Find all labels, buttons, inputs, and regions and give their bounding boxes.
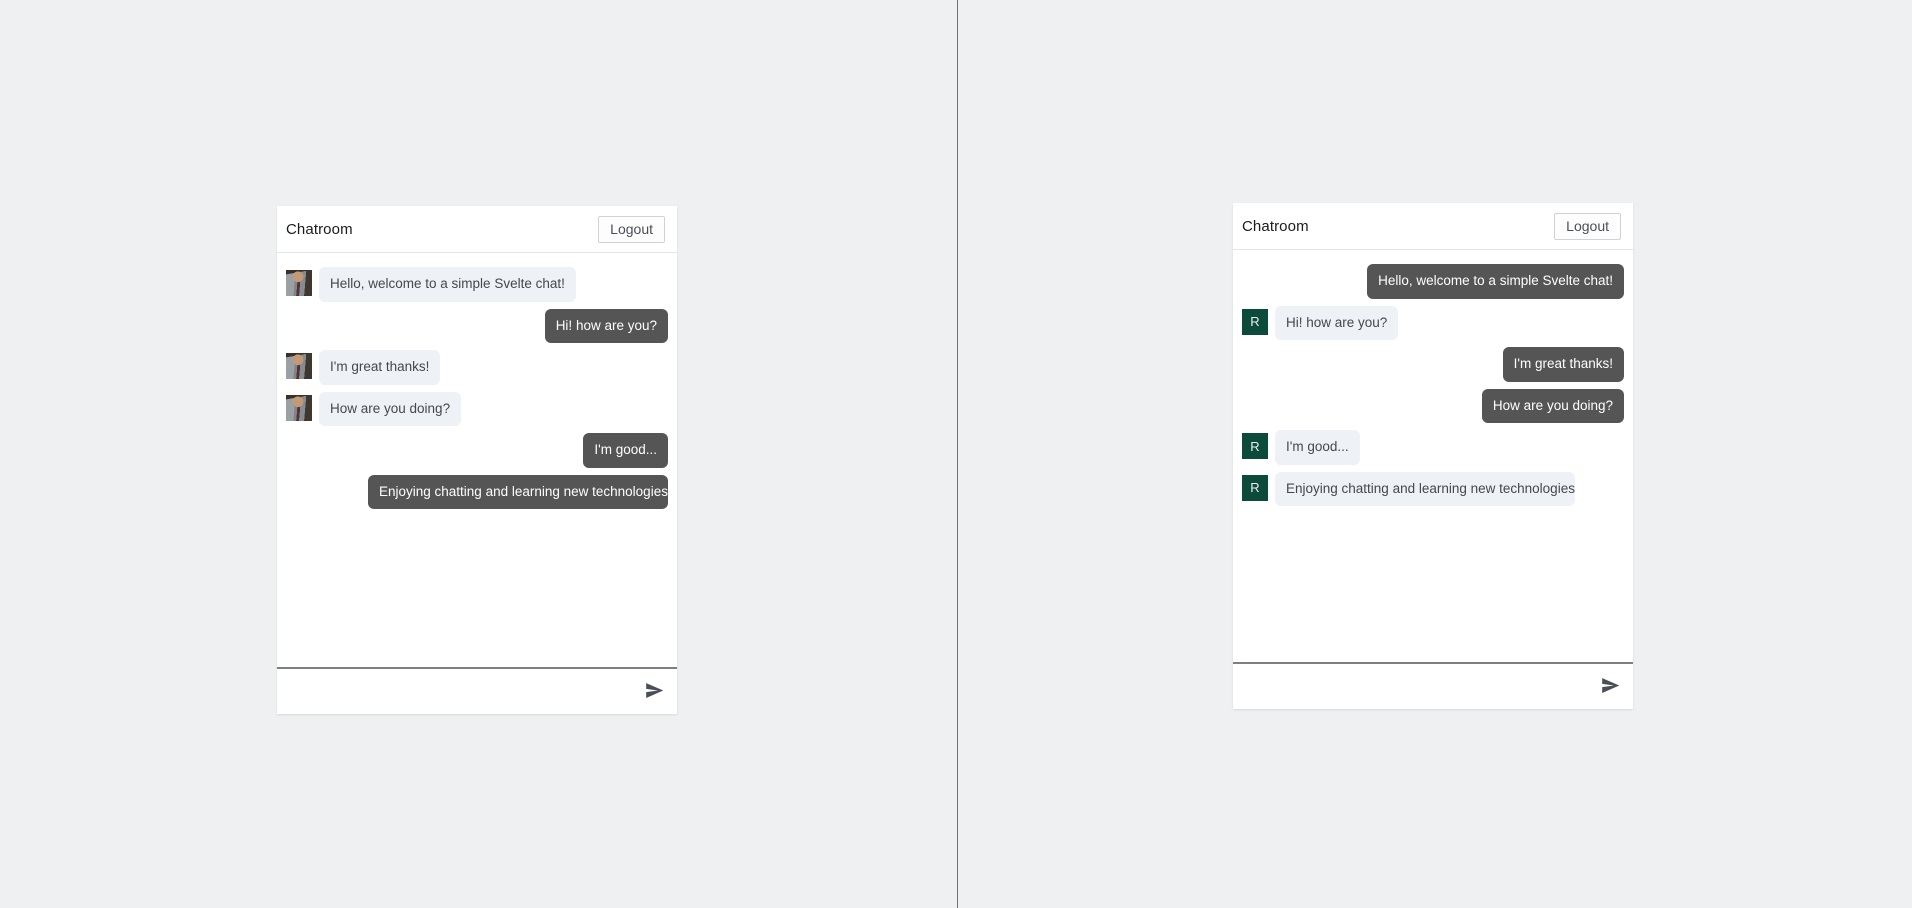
message-row: R Hi! how are you?: [1242, 305, 1624, 341]
message-bubble: I'm good...: [583, 433, 668, 468]
chat-card-left: Chatroom Logout Hello, welcome to a simp…: [277, 206, 677, 714]
avatar: R: [1242, 308, 1268, 335]
message-row: I'm good...: [286, 433, 668, 468]
message-bubble: Hi! how are you?: [544, 308, 668, 344]
message-row: R Enjoying chatting and learning new tech…: [1242, 471, 1624, 507]
message-bubble: Hello, welcome to a simple Svelte chat!: [319, 267, 576, 302]
message-list[interactable]: Hello, welcome to a simple Svelte chat! H…: [277, 253, 677, 667]
screenshot-stage: Chatroom Logout Hello, welcome to a simp…: [0, 0, 1912, 908]
message-composer: [1233, 662, 1633, 709]
avatar: R: [1242, 433, 1268, 460]
avatar: [286, 394, 312, 421]
message-row: Enjoying chatting and learning new techn…: [286, 474, 668, 510]
message-bubble: Enjoying chatting and learning new techn…: [368, 474, 668, 510]
message-bubble: Enjoying chatting and learning new techn…: [1275, 471, 1575, 507]
avatar: [286, 353, 312, 380]
page-title: Chatroom: [286, 220, 353, 238]
message-bubble: I'm great thanks!: [1502, 347, 1624, 382]
message-bubble: Hello, welcome to a simple Svelte chat!: [1367, 264, 1624, 299]
message-input[interactable]: [1243, 679, 1594, 694]
message-input[interactable]: [287, 684, 638, 699]
chat-header: Chatroom Logout: [277, 206, 677, 253]
message-bubble: I'm great thanks!: [319, 350, 441, 385]
avatar: R: [1242, 474, 1268, 501]
message-row: I'm great thanks!: [286, 350, 668, 385]
page-title: Chatroom: [1242, 217, 1309, 235]
viewport-divider: [957, 0, 958, 908]
message-row: I'm great thanks!: [1242, 347, 1624, 382]
message-bubble: How are you doing?: [1481, 388, 1624, 424]
logout-button[interactable]: Logout: [598, 215, 665, 243]
message-row: How are you doing?: [286, 391, 668, 427]
message-row: R I'm good...: [1242, 430, 1624, 465]
logout-button[interactable]: Logout: [1554, 212, 1621, 240]
chat-header: Chatroom Logout: [1233, 203, 1633, 250]
message-row: Hello, welcome to a simple Svelte chat!: [1242, 264, 1624, 299]
message-bubble: I'm good...: [1275, 430, 1360, 465]
avatar: [286, 270, 312, 296]
message-row: Hi! how are you?: [286, 308, 668, 344]
send-button[interactable]: [638, 680, 665, 704]
message-row: How are you doing?: [1242, 388, 1624, 424]
message-composer: [277, 667, 677, 714]
message-bubble: How are you doing?: [319, 391, 462, 427]
paper-plane-icon: [644, 680, 665, 704]
message-bubble: Hi! how are you?: [1275, 305, 1399, 341]
message-list[interactable]: Hello, welcome to a simple Svelte chat! R…: [1233, 250, 1633, 662]
paper-plane-icon: [1600, 675, 1621, 699]
send-button[interactable]: [1594, 675, 1621, 699]
message-row: Hello, welcome to a simple Svelte chat!: [286, 267, 668, 302]
chat-card-right: Chatroom Logout Hello, welcome to a simp…: [1233, 203, 1633, 709]
